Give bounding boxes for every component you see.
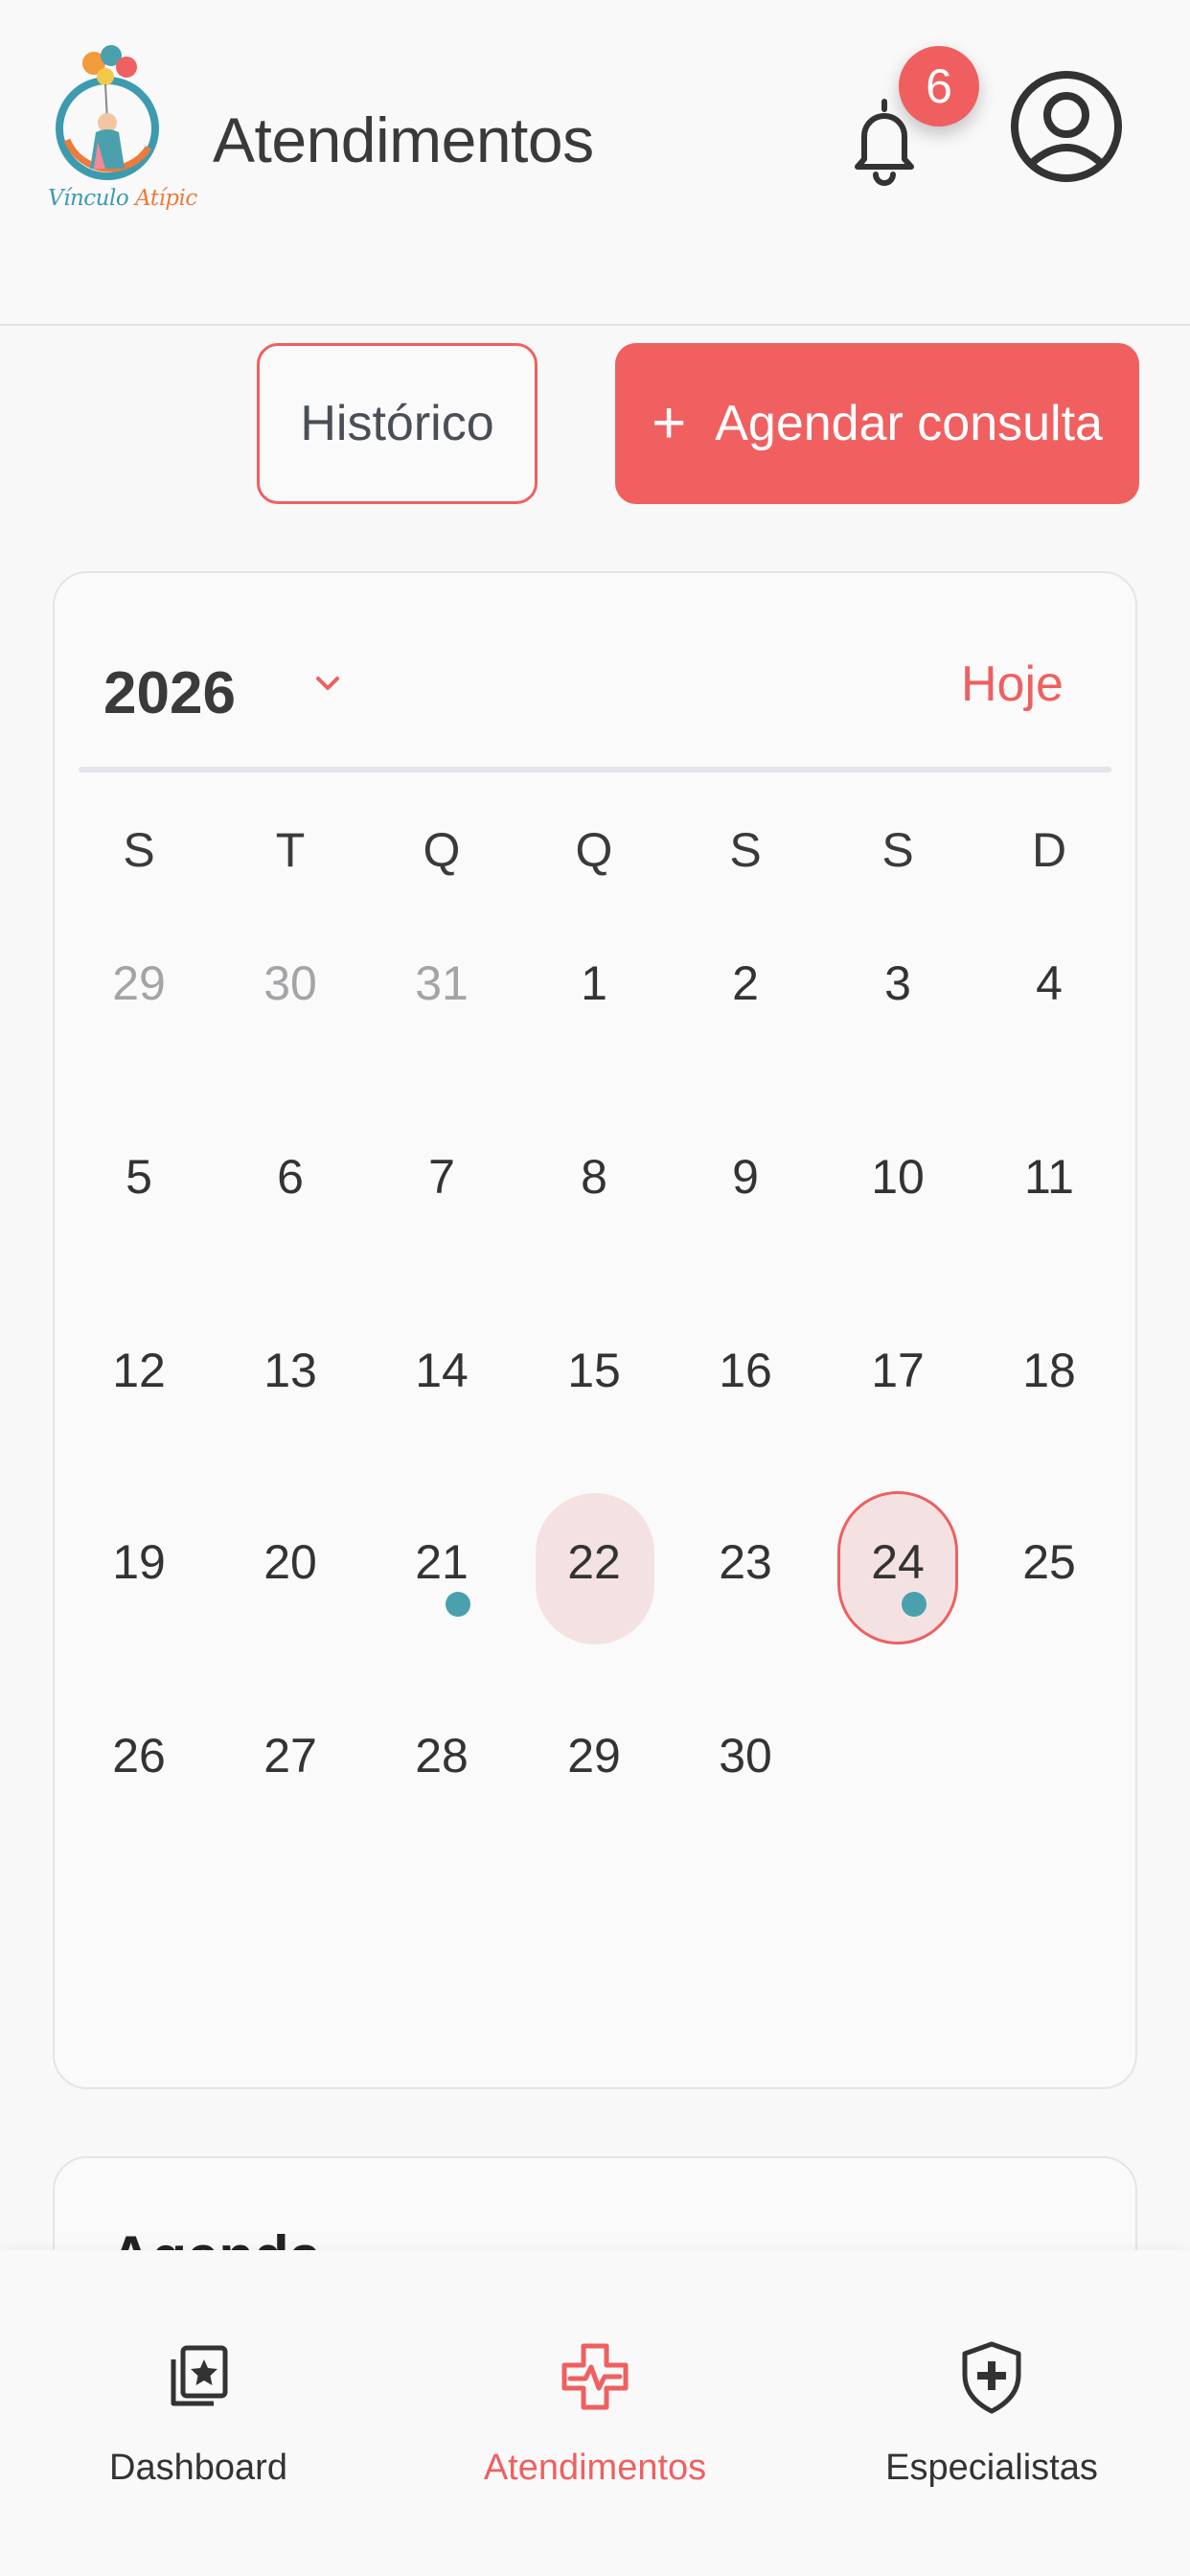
calendar-day[interactable]: 19 xyxy=(62,1533,216,1591)
calendar-day[interactable]: 25 xyxy=(973,1533,1126,1591)
nav-item-dashboard[interactable]: Dashboard xyxy=(0,2250,397,2576)
nav-label-especialistas: Especialistas xyxy=(885,2448,1098,2488)
calendar-day[interactable]: 15 xyxy=(517,1342,671,1399)
weekday-label: T xyxy=(275,823,306,877)
calendar-day[interactable]: 24 xyxy=(821,1533,974,1591)
medical-cross-icon xyxy=(561,2343,629,2410)
calendar-day[interactable]: 18 xyxy=(973,1342,1126,1399)
calendar-day[interactable]: 16 xyxy=(669,1342,822,1399)
event-dot-day-24 xyxy=(902,1592,927,1617)
calendar-day[interactable]: 6 xyxy=(214,1148,367,1206)
year-selector[interactable]: 2026 xyxy=(103,659,236,727)
calendar-divider xyxy=(79,767,1111,772)
logo-emblem-icon xyxy=(56,45,159,180)
nav-item-especialistas[interactable]: Especialistas xyxy=(793,2250,1190,2576)
calendar-day[interactable]: 23 xyxy=(669,1533,822,1591)
calendar-day[interactable]: 29 xyxy=(517,1727,671,1784)
calendar-day[interactable]: 8 xyxy=(517,1148,671,1206)
calendar-day[interactable]: 1 xyxy=(517,954,671,1012)
calendar-day[interactable]: 30 xyxy=(214,954,367,1012)
calendar-day[interactable]: 9 xyxy=(669,1148,822,1206)
event-dot-day-21 xyxy=(446,1592,470,1617)
calendar-day[interactable]: 31 xyxy=(365,954,518,1012)
calendar-card xyxy=(53,571,1137,2089)
weekday-label: D xyxy=(1031,823,1067,877)
nav-item-atendimentos[interactable]: Atendimentos xyxy=(397,2250,793,2576)
notification-count-badge: 6 xyxy=(899,46,979,126)
user-avatar-icon xyxy=(1011,71,1122,182)
calendar-day[interactable]: 17 xyxy=(821,1342,974,1399)
calendar-day[interactable]: 20 xyxy=(214,1533,367,1591)
weekday-label: Q xyxy=(575,823,613,877)
calendar-day[interactable]: 21 xyxy=(365,1533,518,1591)
calendar-day[interactable]: 10 xyxy=(821,1148,974,1206)
app-logo[interactable]: Vínculo Atípic xyxy=(38,34,197,221)
profile-button[interactable] xyxy=(1009,69,1124,184)
calendar-day[interactable]: 3 xyxy=(821,954,974,1012)
weekday-label: S xyxy=(881,823,914,877)
today-button[interactable]: Hoje xyxy=(961,656,1064,713)
schedule-button-label: Agendar consulta xyxy=(715,396,1103,451)
nav-label-atendimentos: Atendimentos xyxy=(483,2448,707,2488)
weekday-label: Q xyxy=(423,823,461,877)
nav-label-dashboard: Dashboard xyxy=(109,2448,287,2488)
calendar-day[interactable]: 12 xyxy=(62,1342,216,1399)
calendar-day[interactable]: 14 xyxy=(365,1342,518,1399)
calendar-day[interactable]: 26 xyxy=(62,1727,216,1784)
calendar-day[interactable]: 22 xyxy=(517,1533,671,1591)
weekday-label: S xyxy=(729,823,762,877)
history-button-label: Histórico xyxy=(300,396,494,451)
calendar-day[interactable]: 27 xyxy=(214,1727,367,1784)
calendar-day[interactable]: 29 xyxy=(62,954,216,1012)
calendar-day[interactable]: 4 xyxy=(973,954,1126,1012)
calendar-day[interactable]: 5 xyxy=(62,1148,216,1206)
weekday-label: S xyxy=(123,823,155,877)
logo-wordmark: Vínculo Atípic xyxy=(48,186,197,211)
bottom-navigation: Dashboard Atendimentos Especialistas xyxy=(0,2250,1190,2576)
history-button[interactable]: Histórico xyxy=(257,343,538,504)
calendar-day[interactable]: 7 xyxy=(365,1148,518,1206)
calendar-day[interactable]: 13 xyxy=(214,1342,367,1399)
shield-plus-icon xyxy=(962,2341,1021,2414)
calendar-day[interactable]: 28 xyxy=(365,1727,518,1784)
page-title: Atendimentos xyxy=(213,104,594,175)
calendar-day[interactable]: 2 xyxy=(669,954,822,1012)
schedule-appointment-button[interactable]: + Agendar consulta xyxy=(615,343,1139,504)
app-header: Vínculo Atípic Atendimentos 6 xyxy=(0,0,1190,326)
calendar-day[interactable]: 30 xyxy=(669,1727,822,1784)
chevron-down-icon[interactable] xyxy=(314,674,341,693)
plus-icon: + xyxy=(652,390,687,456)
dashboard-icon xyxy=(171,2345,228,2406)
calendar-day[interactable]: 11 xyxy=(973,1148,1126,1206)
